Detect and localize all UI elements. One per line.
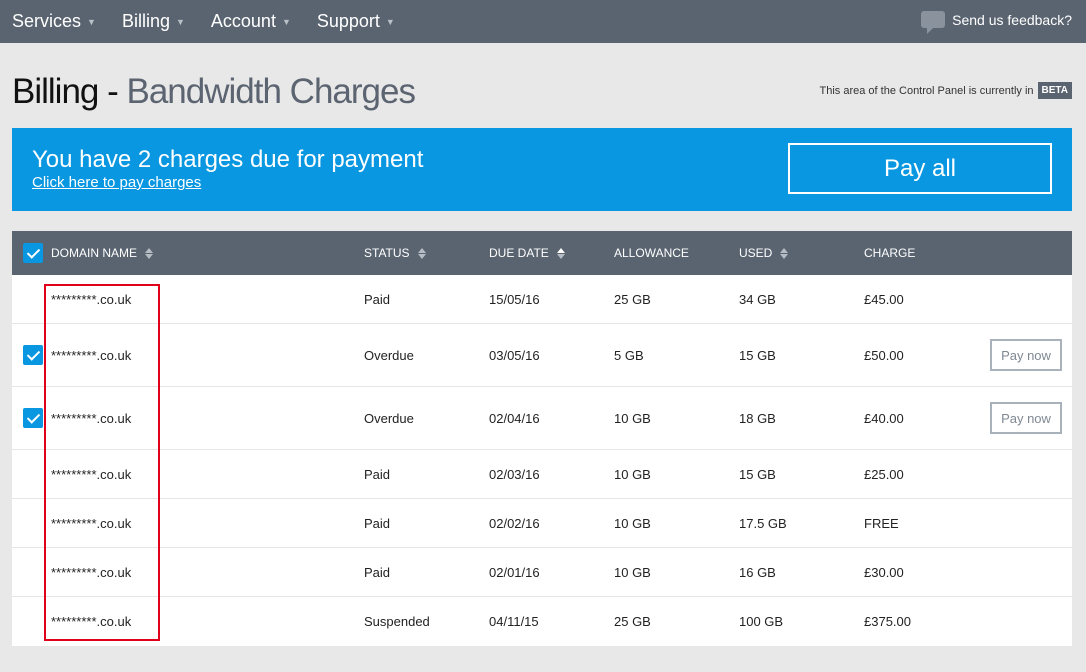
due-date-cell: 03/05/16	[489, 348, 540, 363]
used-cell: 15 GB	[739, 348, 776, 363]
domain-cell: *********.co.uk	[51, 467, 132, 482]
status-cell: Overdue	[364, 411, 414, 426]
column-header-allowance: ALLOWANCE	[614, 246, 689, 260]
column-label: CHARGE	[864, 246, 916, 260]
column-header-charge: CHARGE	[864, 246, 915, 260]
allowance-cell: 25 GB	[614, 614, 651, 629]
pay-now-button[interactable]: Pay now	[990, 339, 1062, 371]
feedback-link[interactable]: Send us feedback?	[921, 11, 1072, 34]
row-checkbox[interactable]	[23, 345, 43, 365]
chevron-down-icon: ▼	[385, 16, 395, 27]
nav-billing-label: Billing	[121, 11, 170, 31]
used-cell: 17.5 GB	[739, 516, 787, 531]
sort-icon	[145, 247, 154, 259]
page-title-name: Bandwidth Charges	[126, 72, 416, 111]
column-header-status[interactable]: STATUS	[364, 246, 426, 260]
due-date-cell: 04/11/15	[489, 614, 539, 629]
sort-icon	[417, 247, 426, 259]
beta-notice: This area of the Control Panel is curren…	[820, 82, 1072, 99]
table-row: *********.co.uk Overdue 02/04/16 10 GB 1…	[12, 387, 1072, 450]
used-cell: 16 GB	[739, 565, 776, 580]
page-title: Billing - Bandwidth Charges	[12, 72, 416, 112]
column-header-due-date[interactable]: DUE DATE	[489, 246, 565, 260]
status-cell: Overdue	[364, 348, 414, 363]
nav-services[interactable]: Services ▼	[12, 11, 96, 32]
beta-badge: BETA	[1037, 82, 1072, 99]
domain-cell: *********.co.uk	[51, 292, 132, 307]
column-header-used[interactable]: USED	[739, 246, 789, 260]
table-row: *********.co.uk Suspended 04/11/15 25 GB…	[12, 597, 1072, 646]
status-cell: Paid	[364, 467, 391, 482]
table-row: *********.co.uk Paid 15/05/16 25 GB 34 G…	[12, 275, 1072, 324]
allowance-cell: 5 GB	[614, 348, 644, 363]
column-label: DUE DATE	[489, 246, 549, 260]
domain-cell: *********.co.uk	[51, 348, 132, 363]
status-cell: Paid	[364, 516, 391, 531]
nav-support[interactable]: Support ▼	[317, 11, 395, 32]
status-cell: Paid	[364, 292, 391, 307]
top-nav: Services ▼ Billing ▼ Account ▼ Support ▼…	[0, 0, 1086, 43]
chevron-down-icon: ▼	[87, 16, 96, 27]
charge-cell: £375.00	[864, 614, 911, 629]
table-row: *********.co.uk Paid 02/03/16 10 GB 15 G…	[12, 450, 1072, 499]
feedback-label: Send us feedback?	[952, 11, 1072, 28]
used-cell: 15 GB	[739, 467, 776, 482]
charges-table: DOMAIN NAME STATUS DUE DATE ALLOWANCE US…	[12, 231, 1072, 646]
column-label: USED	[739, 246, 773, 260]
beta-note-text: This area of the Control Panel is curren…	[819, 84, 1034, 97]
column-label: STATUS	[364, 246, 410, 260]
charge-cell: £40.00	[864, 411, 904, 426]
banner-message: You have 2 charges due for payment	[32, 146, 424, 173]
allowance-cell: 10 GB	[614, 467, 651, 482]
column-header-domain[interactable]: DOMAIN NAME	[51, 246, 154, 260]
sort-icon	[556, 247, 565, 259]
pay-charges-link[interactable]: Click here to pay charges	[32, 174, 201, 191]
used-cell: 18 GB	[739, 411, 776, 426]
chevron-down-icon: ▼	[281, 16, 291, 27]
status-cell: Paid	[364, 565, 391, 580]
due-date-cell: 15/05/16	[489, 292, 540, 307]
table-header: DOMAIN NAME STATUS DUE DATE ALLOWANCE US…	[12, 231, 1072, 275]
nav-billing[interactable]: Billing ▼	[122, 11, 185, 32]
payment-due-banner: You have 2 charges due for payment Click…	[12, 128, 1072, 211]
charge-cell: £30.00	[864, 565, 904, 580]
due-date-cell: 02/04/16	[489, 411, 540, 426]
allowance-cell: 10 GB	[614, 565, 651, 580]
pay-all-button[interactable]: Pay all	[788, 143, 1052, 194]
domain-cell: *********.co.uk	[51, 565, 132, 580]
charge-cell: £50.00	[864, 348, 904, 363]
column-label: ALLOWANCE	[614, 246, 689, 260]
status-cell: Suspended	[364, 614, 430, 629]
domain-cell: *********.co.uk	[51, 614, 132, 629]
table-row: *********.co.uk Paid 02/01/16 10 GB 16 G…	[12, 548, 1072, 597]
sort-icon	[780, 247, 789, 259]
chevron-down-icon: ▼	[175, 16, 185, 27]
column-label: DOMAIN NAME	[51, 246, 138, 260]
table-body: *********.co.uk Paid 15/05/16 25 GB 34 G…	[12, 275, 1072, 646]
nav-services-label: Services	[12, 11, 82, 31]
allowance-cell: 10 GB	[614, 516, 651, 531]
nav-account[interactable]: Account ▼	[211, 11, 291, 32]
nav-support-label: Support	[316, 11, 380, 31]
row-checkbox[interactable]	[23, 408, 43, 428]
due-date-cell: 02/01/16	[489, 565, 540, 580]
used-cell: 34 GB	[739, 292, 776, 307]
table-row: *********.co.uk Paid 02/02/16 10 GB 17.5…	[12, 499, 1072, 548]
charge-cell: £25.00	[864, 467, 904, 482]
nav-account-label: Account	[210, 11, 276, 31]
allowance-cell: 10 GB	[614, 411, 651, 426]
allowance-cell: 25 GB	[614, 292, 651, 307]
due-date-cell: 02/03/16	[489, 467, 540, 482]
used-cell: 100 GB	[739, 614, 784, 629]
charge-cell: FREE	[864, 516, 899, 531]
domain-cell: *********.co.uk	[51, 411, 132, 426]
due-date-cell: 02/02/16	[489, 516, 540, 531]
table-row: *********.co.uk Overdue 03/05/16 5 GB 15…	[12, 324, 1072, 387]
domain-cell: *********.co.uk	[51, 516, 132, 531]
page-title-section: Billing -	[12, 72, 119, 111]
select-all-checkbox[interactable]	[23, 243, 43, 263]
charge-cell: £45.00	[864, 292, 904, 307]
pay-now-button[interactable]: Pay now	[990, 402, 1062, 434]
speech-bubble-icon	[921, 11, 946, 34]
